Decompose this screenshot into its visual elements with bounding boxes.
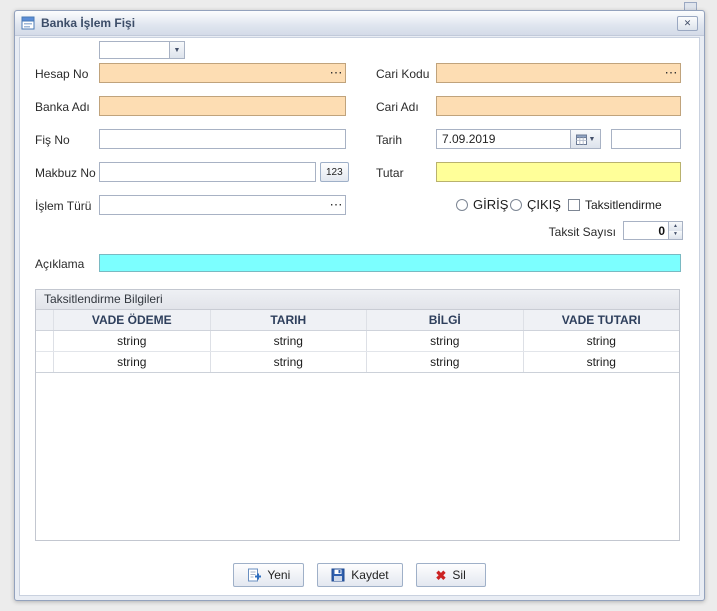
sil-button[interactable]: ✖ Sil bbox=[415, 563, 486, 587]
table-cell[interactable]: string bbox=[54, 352, 211, 372]
title-bar[interactable]: Banka İşlem Fişi ✕ bbox=[15, 11, 704, 36]
action-button-row: Yeni Kaydet ✖ Sil bbox=[20, 563, 699, 587]
new-record-icon bbox=[248, 568, 262, 582]
spinner-arrows: ▲ ▼ bbox=[668, 222, 682, 239]
cikis-radio-label: ÇIKIŞ bbox=[527, 197, 561, 212]
fis-no-field bbox=[99, 129, 346, 149]
hesap-no-lookup-button[interactable]: ⋯ bbox=[327, 64, 345, 82]
top-combo-dropdown-button[interactable]: ▼ bbox=[169, 42, 184, 58]
islem-turu-label: İşlem Türü bbox=[35, 199, 92, 213]
taksit-sayisi-spinner[interactable]: 0 ▲ ▼ bbox=[623, 221, 683, 240]
banka-adi-label: Banka Adı bbox=[35, 100, 90, 114]
tutar-label: Tutar bbox=[376, 166, 404, 180]
tarih-field: ▼ bbox=[436, 129, 601, 149]
table-cell[interactable]: string bbox=[524, 331, 680, 351]
radio-circle-icon bbox=[456, 198, 468, 211]
column-header-vade-tutari[interactable]: VADE TUTARI bbox=[524, 310, 680, 330]
fis-no-label: Fiş No bbox=[35, 133, 70, 147]
kaydet-button-label: Kaydet bbox=[351, 568, 389, 582]
table-cell[interactable]: string bbox=[367, 352, 524, 372]
form-body: ▼ Hesap No ⋯ Cari Kodu ⋯ Banka Adı Cari … bbox=[19, 37, 700, 596]
calendar-icon bbox=[575, 134, 587, 145]
cari-kodu-label: Cari Kodu bbox=[376, 67, 430, 81]
makbuz-123-button[interactable]: 123 bbox=[320, 162, 349, 182]
taksitlendirme-groupbox: Taksitlendirme Bilgileri VADE ÖDEME TARI… bbox=[35, 289, 680, 541]
cari-kodu-field: ⋯ bbox=[436, 63, 681, 83]
makbuz-no-input[interactable] bbox=[99, 162, 316, 182]
aciklama-input[interactable] bbox=[99, 254, 681, 272]
groupbox-title: Taksitlendirme Bilgileri bbox=[36, 290, 679, 310]
hesap-no-label: Hesap No bbox=[35, 67, 89, 81]
close-button[interactable]: ✕ bbox=[677, 15, 698, 31]
aciklama-label: Açıklama bbox=[35, 257, 85, 271]
column-header-bilgi[interactable]: BİLGİ bbox=[367, 310, 524, 330]
chevron-down-icon: ▼ bbox=[173, 46, 181, 54]
window-title: Banka İşlem Fişi bbox=[41, 16, 136, 30]
cikis-radio[interactable]: ÇIKIŞ bbox=[510, 197, 561, 212]
makbuz-no-label: Makbuz No bbox=[35, 166, 96, 180]
kaydet-button[interactable]: Kaydet bbox=[317, 563, 403, 587]
makbuz-no-field bbox=[99, 162, 316, 182]
spin-up-button[interactable]: ▲ bbox=[669, 222, 682, 231]
spin-down-button[interactable]: ▼ bbox=[669, 230, 682, 239]
tarih-calendar-dropdown-button[interactable]: ▼ bbox=[570, 130, 600, 148]
taksit-sayisi-label: Taksit Sayısı bbox=[548, 225, 616, 239]
delete-icon: ✖ bbox=[435, 567, 447, 583]
table-cell[interactable]: string bbox=[54, 331, 211, 351]
giris-radio-label: GİRİŞ bbox=[473, 197, 509, 212]
save-icon bbox=[331, 568, 345, 582]
tarih-extra-input[interactable] bbox=[611, 129, 681, 149]
yeni-button[interactable]: Yeni bbox=[233, 563, 305, 587]
giris-radio[interactable]: GİRİŞ bbox=[456, 197, 508, 212]
cari-kodu-lookup-button[interactable]: ⋯ bbox=[662, 64, 680, 82]
tutar-input[interactable] bbox=[436, 162, 681, 182]
window-icon bbox=[21, 16, 35, 30]
sil-button-label: Sil bbox=[452, 568, 466, 582]
cari-adi-label: Cari Adı bbox=[376, 100, 419, 114]
row-indicator bbox=[36, 331, 54, 351]
taksitlendirme-label: Taksitlendirme bbox=[585, 198, 662, 212]
table-cell[interactable]: string bbox=[367, 331, 524, 351]
yeni-button-label: Yeni bbox=[267, 568, 291, 582]
tarih-extra-field bbox=[611, 129, 681, 149]
table-cell[interactable]: string bbox=[211, 352, 367, 372]
column-header-vade-odeme[interactable]: VADE ÖDEME bbox=[54, 310, 211, 330]
bank-transaction-window: Banka İşlem Fişi ✕ ▼ Hesap No ⋯ Cari Kod… bbox=[14, 10, 705, 601]
table-row[interactable]: string string string string bbox=[36, 331, 679, 352]
row-indicator-header bbox=[36, 310, 54, 330]
banka-adi-field bbox=[99, 96, 346, 116]
cari-adi-field bbox=[436, 96, 681, 116]
table-cell[interactable]: string bbox=[211, 331, 367, 351]
radio-circle-icon bbox=[510, 198, 522, 211]
hesap-no-field: ⋯ bbox=[99, 63, 346, 83]
cari-adi-input[interactable] bbox=[436, 96, 681, 116]
islem-turu-field: ⋯ bbox=[99, 195, 346, 215]
hesap-no-input[interactable] bbox=[99, 63, 346, 83]
table-row[interactable]: string string string string bbox=[36, 352, 679, 373]
table-header-row: VADE ÖDEME TARIH BİLGİ VADE TUTARI bbox=[36, 310, 679, 331]
banka-adi-input[interactable] bbox=[99, 96, 346, 116]
tarih-label: Tarih bbox=[376, 133, 403, 147]
cari-kodu-input[interactable] bbox=[436, 63, 681, 83]
column-header-tarih[interactable]: TARIH bbox=[211, 310, 367, 330]
tutar-field bbox=[436, 162, 681, 182]
fis-no-input[interactable] bbox=[99, 129, 346, 149]
top-combo-wrap: ▼ bbox=[99, 41, 185, 59]
table-cell[interactable]: string bbox=[524, 352, 680, 372]
taksitlendirme-checkbox[interactable]: Taksitlendirme bbox=[568, 198, 662, 212]
row-indicator bbox=[36, 352, 54, 372]
islem-turu-lookup-button[interactable]: ⋯ bbox=[327, 196, 345, 214]
chevron-down-icon: ▼ bbox=[588, 135, 596, 143]
islem-turu-input[interactable] bbox=[99, 195, 346, 215]
taksit-sayisi-value: 0 bbox=[658, 224, 665, 238]
checkbox-icon bbox=[568, 199, 580, 211]
aciklama-field bbox=[99, 254, 681, 272]
